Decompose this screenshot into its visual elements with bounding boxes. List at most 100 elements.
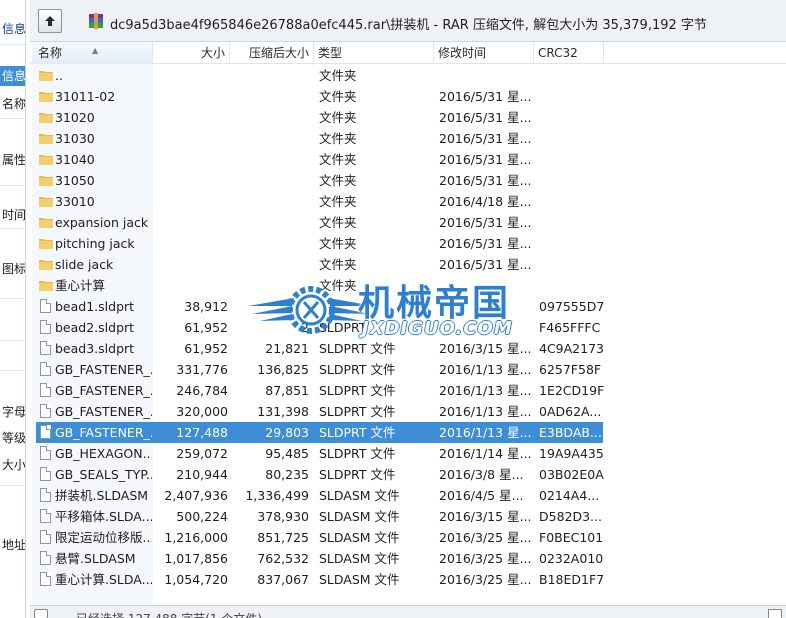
file-row[interactable]: GB_FASTENER_... 320,000 131,398 SLDPRT 文件 20… [30,401,786,422]
status-text: 已经选择 127,488 字节(1 个文件) [76,610,262,618]
cell-name: 重心计算.SLDA... [55,572,152,587]
left-panel-item-time[interactable]: 时间 [0,206,25,223]
cell-size [153,65,228,86]
cell-packed-size [230,107,309,128]
sort-ascending-icon: ▲ [92,46,99,55]
file-row[interactable]: bead2.sldprt 61,952 2 SLDPRT F465FFFC [30,317,786,338]
left-panel-item-icon[interactable]: 图标 [0,260,25,277]
cell-modified: 2016/5/31 星... [439,131,532,146]
cell-type [319,296,429,317]
column-header-size[interactable]: 大小 [153,42,230,64]
cell-type: SLDPRT 文件 [319,341,396,356]
left-panel-item-attributes[interactable]: 属性 [0,151,25,168]
file-row[interactable]: GB_HEXAGON... 259,072 95,485 SLDPRT 文件 2016/… [30,443,786,464]
folder-row[interactable]: 31050 文件夹 2016/5/31 星... [30,170,786,191]
folder-row[interactable]: .. 文件夹 [30,65,786,86]
cell-name: expansion jack [55,215,149,230]
column-header-type[interactable]: 类型 [314,42,434,64]
cell-modified [439,317,535,338]
cell-type: SLDPRT [319,320,367,335]
left-panel-item-info-1[interactable]: 信息 [0,20,25,37]
cell-name: 31050 [55,173,95,188]
cell-modified: 2016/5/31 星... [439,215,532,230]
folder-icon [38,128,54,149]
cell-packed-size: 378,930 [257,509,309,524]
cell-crc32: 1E2CD19F [539,383,605,398]
cell-packed-size [230,86,309,107]
folder-row[interactable]: 31030 文件夹 2016/5/31 星... [30,128,786,149]
cell-packed-size [230,149,309,170]
cell-type: SLDPRT 文件 [319,446,396,461]
cell-crc32: F0BEC101 [539,530,604,545]
folder-row[interactable]: pitching jack 文件夹 2016/5/31 星... [30,233,786,254]
cell-name: GB_FASTENER_... [55,383,152,398]
folder-row[interactable]: 33010 文件夹 2016/4/18 星... [30,191,786,212]
file-icon [38,464,54,485]
cell-crc32 [539,149,605,170]
cell-type: 文件夹 [319,215,357,230]
file-row[interactable]: GB_FASTENER_... 246,784 87,851 SLDPRT 文件 201… [30,380,786,401]
cell-packed-size: 2 [301,320,309,335]
cell-name: GB_FASTENER_... [55,362,152,377]
cell-size: 38,912 [184,299,228,314]
file-row[interactable]: GB_FASTENER_... 127,488 29,803 SLDPRT 文件 201… [30,422,786,443]
file-row[interactable]: 平移箱体.SLDA... 500,224 378,930 SLDASM 文件 2016/… [30,506,786,527]
file-row[interactable]: 限定运动位移版... 1,216,000 851,725 SLDASM 文件 2016/… [30,527,786,548]
file-row[interactable]: GB_SEALS_TYP... 210,944 80,235 SLDPRT 文件 201… [30,464,786,485]
file-row[interactable]: 拼装机.SLDASM 2,407,936 1,336,499 SLDASM 文件 201… [30,485,786,506]
folder-row[interactable]: expansion jack 文件夹 2016/5/31 星... [30,212,786,233]
cell-crc32: D582D3... [539,509,602,524]
cell-crc32: 03B02E0A [539,467,604,482]
cell-size: 320,000 [176,404,228,419]
file-icon [38,506,54,527]
cell-name: bead2.sldprt [55,320,135,335]
cell-modified [439,296,535,317]
cell-type: SLDASM 文件 [319,530,400,545]
cell-packed-size [230,128,309,149]
folder-row[interactable]: 重心计算 文件夹 [30,275,786,296]
file-row[interactable]: bead1.sldprt 38,912 097555D7 [30,296,786,317]
folder-row[interactable]: slide jack 文件夹 2016/5/31 星... [30,254,786,275]
cell-packed-size [230,65,309,86]
file-row[interactable]: 重心计算.SLDA... 1,054,720 837,067 SLDASM 文件 201… [30,569,786,590]
column-header-packed[interactable]: 压缩后大小 [230,42,314,64]
folder-row[interactable]: 31040 文件夹 2016/5/31 星... [30,149,786,170]
status-bar: 已经选择 127,488 字节(1 个文件) [30,605,786,618]
left-panel-item-size[interactable]: 大小 [0,456,25,473]
file-list[interactable]: ▲ 名称 大小 压缩后大小 类型 修改时间 CRC32 .. 文件夹 31011-0… [30,42,786,605]
up-folder-button[interactable] [38,9,62,33]
cell-size: 1,054,720 [164,572,228,587]
folder-icon [38,170,54,191]
column-header-crc32[interactable]: CRC32 [534,42,604,64]
cell-crc32: F465FFFC [539,320,601,335]
cell-modified: 2016/3/15 星... [439,341,532,356]
left-panel-item-letter[interactable]: 字母 [0,403,25,420]
column-header-modified[interactable]: 修改时间 [434,42,534,64]
cell-crc32 [539,170,605,191]
cell-size: 61,952 [184,320,228,335]
file-icon [38,338,54,359]
column-header-name[interactable]: ▲ 名称 [32,42,153,64]
file-row[interactable]: GB_FASTENER_... 331,776 136,825 SLDPRT 文件 20… [30,359,786,380]
cell-name: 33010 [55,194,95,209]
file-row[interactable]: bead3.sldprt 61,952 21,821 SLDPRT 文件 2016/3/… [30,338,786,359]
cell-crc32 [539,65,605,86]
left-panel-item-level[interactable]: 等级 [0,429,25,446]
cell-modified: 2016/5/31 星... [439,89,532,104]
cell-modified: 2016/1/13 星... [439,404,532,419]
left-panel-item-name[interactable]: 名称 [0,95,25,112]
file-row[interactable]: 悬臂.SLDASM 1,017,856 762,532 SLDASM 文件 2016/3… [30,548,786,569]
cell-modified [439,65,535,86]
folder-row[interactable]: 31011-02 文件夹 2016/5/31 星... [30,86,786,107]
left-panel-item-address[interactable]: 地址 [0,536,25,553]
cell-type: SLDPRT 文件 [319,383,396,398]
cell-crc32: 0214A4... [539,488,600,503]
folder-row[interactable]: 31020 文件夹 2016/5/31 星... [30,107,786,128]
file-icon [38,296,54,317]
cell-size [153,149,228,170]
cell-crc32 [539,191,605,212]
cell-name: GB_FASTENER_... [55,404,152,419]
file-icon [38,359,54,380]
folder-icon [38,275,54,296]
left-panel-item-info-2[interactable]: 信息 [0,66,25,86]
